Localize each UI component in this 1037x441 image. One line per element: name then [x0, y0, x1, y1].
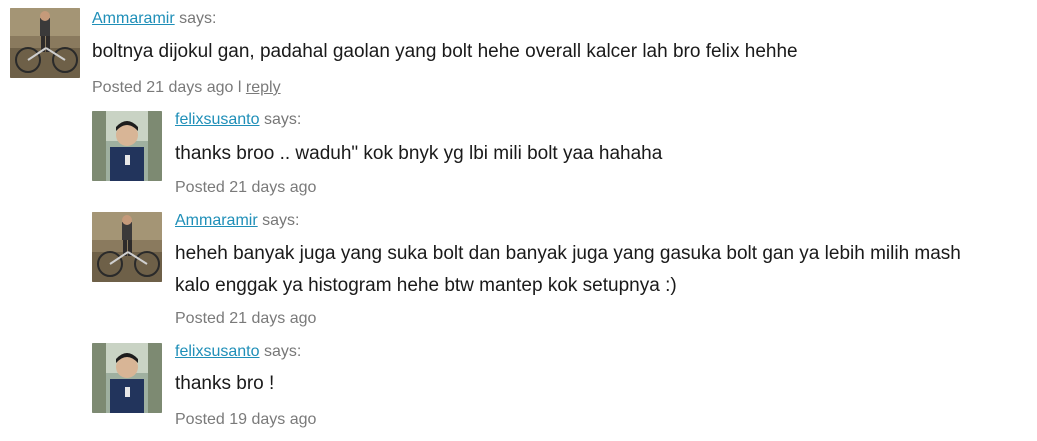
comment-text: thanks bro ! [175, 368, 274, 400]
comment-text: boltnya dijokul gan, padahal gaolan yang… [92, 36, 798, 68]
says-label: says: [263, 111, 302, 128]
comment-text-line: thanks bro ! [175, 373, 275, 394]
separator: l [237, 79, 242, 96]
reply-link[interactable]: reply [246, 79, 281, 96]
posted-date: Posted 21 days ago [92, 79, 234, 96]
author-link[interactable]: felixsusanto [175, 343, 260, 360]
comment-header: Ammaramir says: [92, 10, 216, 28]
comment-text-line: boltnya dijokul gan, padahal gaolan yang… [92, 41, 798, 62]
comment-text: thanks broo .. waduh" kok bnyk yg lbi mi… [175, 138, 662, 170]
comment-header: felixsusanto says: [175, 111, 301, 129]
comment-footer: Posted 21 days ago [175, 179, 316, 197]
author-link[interactable]: felixsusanto [175, 111, 260, 128]
comment-text-line: heheh banyak juga yang suka bolt dan ban… [175, 243, 961, 264]
comment-header: felixsusanto says: [175, 343, 301, 361]
comment-footer: Posted 21 days ago [175, 310, 316, 328]
comment-text-line: thanks broo .. waduh" kok bnyk yg lbi mi… [175, 143, 663, 164]
says-label: says: [263, 343, 302, 360]
comment-text: heheh banyak juga yang suka bolt dan ban… [175, 238, 961, 302]
author-link[interactable]: Ammaramir [92, 10, 175, 27]
avatar-portrait-photo[interactable] [92, 111, 162, 181]
comment-header: Ammaramir says: [175, 212, 299, 230]
author-link[interactable]: Ammaramir [175, 212, 258, 229]
says-label: says: [262, 212, 300, 229]
posted-date: Posted 19 days ago [175, 411, 317, 428]
avatar-bicycle-photo[interactable] [10, 8, 80, 78]
avatar-portrait-photo[interactable] [92, 343, 162, 413]
comment-footer: Posted 19 days ago [175, 411, 316, 429]
comment-text-line: kalo enggak ya histogram hehe btw mantep… [175, 275, 677, 296]
avatar-bicycle-photo[interactable] [92, 212, 162, 282]
posted-date: Posted 21 days ago [175, 179, 317, 196]
posted-date: Posted 21 days ago [175, 310, 317, 327]
comment-footer: Posted 21 days ago l reply [92, 79, 281, 97]
says-label: says: [179, 10, 217, 27]
